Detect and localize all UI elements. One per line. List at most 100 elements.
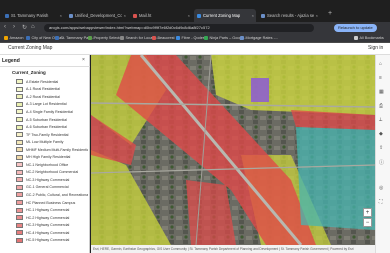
legend-item: HC-3 Highway Commercial bbox=[16, 221, 88, 229]
info-icon[interactable]: ⓘ bbox=[379, 159, 384, 166]
map-toolbar bbox=[375, 55, 390, 253]
legend-item: HC Planned Business Campus bbox=[16, 199, 88, 207]
legend-item: GC-2 Public, Cultural, and Recreational bbox=[16, 191, 88, 199]
legend-item: A-1 Rural Residential bbox=[16, 86, 88, 94]
legend-layer-name: Current_Zoning bbox=[12, 70, 46, 75]
bookmark-item[interactable]: Beaucrest bbox=[152, 36, 175, 40]
tab-label: Mail.ht bbox=[139, 13, 152, 18]
legend-item: TF Two-Family Residential bbox=[16, 131, 88, 139]
legend-swatch bbox=[16, 154, 23, 160]
map-attribution: Esri, HERE, Garmin, Earthstar Geographic… bbox=[91, 245, 375, 253]
legend-swatch bbox=[16, 237, 23, 243]
legend-swatch bbox=[16, 222, 23, 228]
fullscreen-icon[interactable]: ⛶ bbox=[379, 199, 383, 205]
legend-label: HC-4 Highway Commercial bbox=[26, 230, 70, 235]
bookmark-favicon bbox=[176, 36, 180, 40]
legend-item: HC-2 Highway Commercial bbox=[16, 214, 88, 222]
relaunch-button[interactable]: Relaunch to update bbox=[334, 24, 377, 32]
legend-swatch bbox=[16, 79, 23, 85]
legend-swatch bbox=[16, 124, 23, 130]
home-icon[interactable]: ⌂ bbox=[31, 24, 35, 30]
legend-label: A-4 Single Family Residential bbox=[26, 109, 73, 114]
legend-label: GC-2 Public, Cultural, and Recreational bbox=[26, 192, 88, 197]
legend-label: NC-1 Neighborhood Office bbox=[26, 162, 69, 167]
back-icon[interactable]: ‹ bbox=[4, 24, 6, 30]
close-tab-icon[interactable]: × bbox=[188, 13, 190, 18]
bookmark-item[interactable]: Property Selector bbox=[88, 36, 123, 40]
close-tab-icon[interactable]: × bbox=[60, 13, 62, 18]
new-tab-button[interactable]: + bbox=[328, 10, 332, 17]
legend-item: GC-1 General Commercial bbox=[16, 184, 88, 192]
legend-label: HC Planned Business Campus bbox=[26, 200, 76, 205]
legend-label: NC-2 Neighborhood Commercial bbox=[26, 170, 79, 175]
layers-icon[interactable]: ≡ bbox=[379, 75, 382, 81]
bookmark-item[interactable]: All Bookmarks bbox=[354, 36, 384, 40]
legend-label: HC-5 Highway Commercial bbox=[26, 238, 70, 243]
tab-favicon bbox=[133, 13, 137, 18]
legend-label: A Estate Residential bbox=[26, 79, 59, 84]
legend-swatch bbox=[16, 86, 23, 92]
bookmark-label: All Bookmarks bbox=[359, 36, 384, 40]
legend-label: A-5 Suburban Residential bbox=[26, 117, 67, 122]
legend-label: TF Two-Family Residential bbox=[26, 132, 69, 137]
legend-item: NC-3 Highway Commercial bbox=[16, 176, 88, 184]
address-bar[interactable]: arcgis.com/apps/webappviewer/index.html?… bbox=[44, 24, 314, 32]
close-icon[interactable]: × bbox=[82, 57, 85, 63]
map-view[interactable] bbox=[91, 55, 375, 245]
locate-icon[interactable]: ◎ bbox=[379, 185, 383, 191]
legend-swatch bbox=[16, 109, 23, 115]
share-icon[interactable]: ⇪ bbox=[379, 145, 383, 151]
close-tab-icon[interactable]: × bbox=[316, 13, 318, 18]
tab-favicon bbox=[261, 13, 265, 18]
browser-tab[interactable]: Current Zoning Map × bbox=[194, 9, 256, 22]
browser-tab[interactable]: St. Tammany Parish × bbox=[2, 9, 64, 22]
browser-tab[interactable]: Mail.ht × bbox=[130, 9, 192, 22]
legend-label: ML Low Multiple Family bbox=[26, 140, 64, 145]
measure-icon[interactable]: ⟂ bbox=[379, 117, 382, 123]
zoom-in-button[interactable]: + bbox=[363, 208, 372, 217]
legend-swatch bbox=[16, 139, 23, 145]
sign-in-link[interactable]: Sign in bbox=[368, 45, 383, 51]
bookmark-icon[interactable]: ◆ bbox=[379, 131, 383, 137]
legend-item: HC-4 Highway Commercial bbox=[16, 229, 88, 237]
bookmark-item[interactable]: Amazon bbox=[4, 36, 23, 40]
legend-item: HC-5 Highway Commercial bbox=[16, 236, 88, 244]
legend-swatch bbox=[16, 132, 23, 138]
legend-item: MH High Family Residential bbox=[16, 153, 88, 161]
legend-label: HC-1 Highway Commercial bbox=[26, 208, 70, 213]
tab-favicon bbox=[5, 13, 9, 18]
basemap-icon[interactable]: ▦ bbox=[379, 89, 384, 95]
legend-item: A Estate Residential bbox=[16, 78, 88, 86]
legend-swatch bbox=[16, 147, 23, 153]
legend-item: A-3 Large Lot Residential bbox=[16, 101, 88, 109]
bookmark-favicon bbox=[26, 36, 30, 40]
legend-item: A-6 Suburban Residential bbox=[16, 123, 88, 131]
aerial-map bbox=[91, 55, 375, 245]
bookmark-item[interactable]: Mortgage Rates -... bbox=[240, 36, 278, 40]
legend-header: Legend bbox=[2, 58, 20, 64]
app-header bbox=[0, 43, 390, 55]
app-title: Current Zoning Map bbox=[8, 45, 53, 51]
close-tab-icon[interactable]: × bbox=[252, 13, 254, 18]
bookmark-favicon bbox=[152, 36, 156, 40]
legend-list: A Estate Residential A-1 Rural Residentia… bbox=[16, 78, 88, 244]
legend-label: A-1 Rural Residential bbox=[26, 87, 60, 92]
reload-icon[interactable]: ↻ bbox=[22, 24, 27, 31]
zoom-out-button[interactable]: − bbox=[363, 218, 372, 227]
legend-swatch bbox=[16, 162, 23, 168]
tab-label: Unified_Development_Code... bbox=[75, 13, 122, 18]
forward-icon[interactable]: › bbox=[13, 24, 15, 30]
legend-label: A-6 Suburban Residential bbox=[26, 125, 67, 130]
bookmark-favicon bbox=[55, 36, 59, 40]
legend-item: A-4 Single Family Residential bbox=[16, 108, 88, 116]
legend-item: MHMF Medium Multi-Family Residential bbox=[16, 146, 88, 154]
legend-swatch bbox=[16, 101, 23, 107]
legend-item: A-2 Rural Residential bbox=[16, 93, 88, 101]
legend-label: A-3 Large Lot Residential bbox=[26, 102, 67, 107]
browser-tab[interactable]: Unified_Development_Code...× bbox=[66, 9, 128, 22]
print-icon[interactable]: ⎙ bbox=[379, 103, 383, 109]
home-icon[interactable]: ⌂ bbox=[379, 61, 382, 67]
legend-swatch bbox=[16, 207, 23, 213]
browser-tab[interactable]: Search results - Ajazia sear...× bbox=[258, 9, 320, 22]
close-tab-icon[interactable]: × bbox=[124, 13, 126, 18]
